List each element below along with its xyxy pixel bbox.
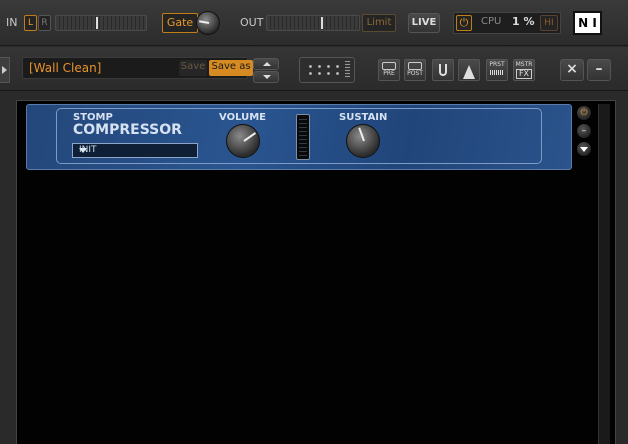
preset-name-field[interactable]: [Wall Clean] Save Save as [22, 57, 253, 79]
module-preset-select[interactable]: INIT [72, 143, 198, 158]
module-remove-button[interactable]: – [576, 123, 592, 139]
mstr-label: MSTR [515, 61, 533, 68]
sustain-label: SUSTAIN [339, 112, 388, 123]
pre-fx-button[interactable]: PRE [378, 59, 400, 81]
module-power-button[interactable]: ⏻ [576, 105, 592, 121]
prst-label: PRST [489, 61, 505, 68]
sustain-knob[interactable] [346, 124, 380, 158]
metronome-button[interactable] [458, 59, 480, 81]
power-icon[interactable]: ⏻ [456, 15, 472, 31]
post-label: POST [407, 70, 423, 77]
module-menu-arrow-icon [580, 147, 588, 152]
volume-knob-indicator [243, 131, 257, 142]
fx-label: FX [516, 69, 532, 79]
gate-button[interactable]: Gate [162, 13, 198, 33]
save-as-button[interactable]: Save as [209, 60, 253, 76]
top-bar: IN L R Gate OUT Limit LIVE ⏻ CPU 1 % HI … [0, 0, 628, 46]
output-label: OUT [240, 16, 264, 29]
view-slider-icon [345, 61, 350, 79]
pre-icon [382, 62, 396, 70]
input-left-channel-button[interactable]: L [24, 15, 37, 31]
preset-next-button[interactable] [253, 71, 279, 83]
tuner-button[interactable] [432, 59, 454, 81]
input-level-slider-thumb[interactable] [96, 17, 98, 29]
cpu-hi-indicator: HI [540, 15, 558, 31]
preset-bar: [Wall Clean] Save Save as PRE POST PRST … [0, 47, 628, 91]
save-button[interactable]: Save [179, 60, 207, 76]
preset-name: [Wall Clean] [29, 61, 102, 75]
metronome-icon [463, 65, 475, 79]
expand-arrow-icon [2, 66, 7, 74]
volume-label: VOLUME [219, 112, 266, 123]
pre-label: PRE [383, 70, 395, 77]
cpu-label: CPU [481, 16, 502, 27]
output-level-meter[interactable] [266, 15, 360, 31]
gate-knob-indicator [199, 20, 210, 24]
module-title: COMPRESSOR [73, 122, 182, 138]
input-level-meter[interactable] [55, 15, 147, 31]
chevron-up-icon [263, 62, 271, 66]
gate-knob[interactable] [196, 11, 220, 35]
volume-knob[interactable] [226, 124, 260, 158]
post-fx-button[interactable]: POST [404, 59, 426, 81]
post-icon [408, 62, 422, 70]
tuning-fork-icon [439, 64, 447, 76]
limit-button[interactable]: Limit [362, 14, 396, 32]
input-label: IN [6, 16, 18, 29]
cpu-value: 1 % [512, 15, 535, 28]
sustain-knob-indicator [358, 127, 365, 142]
dropdown-arrow-icon [79, 148, 87, 153]
module-menu-button[interactable] [576, 141, 592, 157]
master-fx-button[interactable]: MSTR FX [513, 59, 535, 81]
native-instruments-logo: N I [573, 11, 602, 35]
preset-previous-button[interactable] [253, 58, 279, 70]
preset-volume-button[interactable]: PRST [486, 59, 508, 81]
rack-scrollbar[interactable] [598, 104, 610, 444]
gain-reduction-meter [296, 114, 310, 160]
chevron-down-icon [263, 75, 271, 79]
close-button[interactable]: × [560, 59, 584, 81]
sidebar-toggle[interactable] [0, 57, 10, 83]
level-bars-icon [490, 70, 504, 75]
input-right-channel-button[interactable]: R [38, 15, 51, 31]
output-level-slider-thumb[interactable] [321, 17, 323, 29]
minimize-button[interactable]: – [587, 59, 611, 81]
view-grid-button[interactable] [299, 57, 355, 83]
dot-grid-icon [306, 63, 342, 77]
live-button[interactable]: LIVE [408, 13, 440, 33]
